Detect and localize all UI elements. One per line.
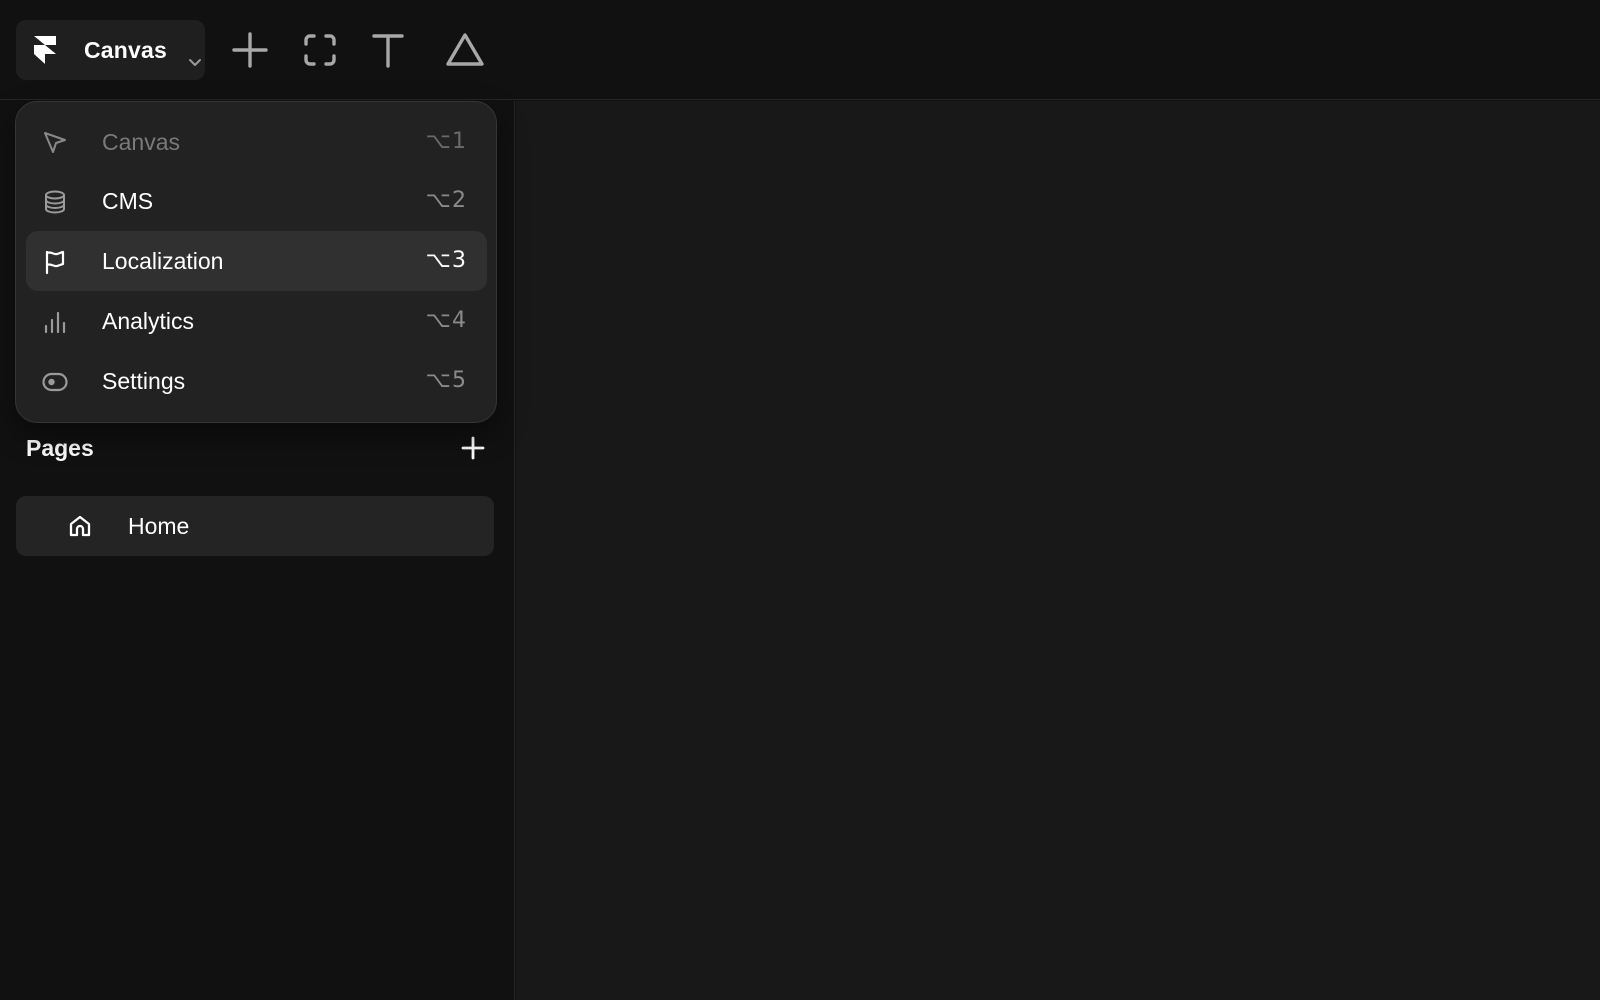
menu-item-label: Canvas [102, 129, 180, 155]
text-icon [372, 34, 404, 68]
menu-item-localization[interactable]: Localization ⌥3 [26, 231, 487, 291]
home-icon [69, 515, 91, 537]
menu-item-shortcut: ⌥1 [425, 129, 467, 154]
menu-item-shortcut: ⌥3 [425, 248, 467, 273]
triangle-icon [446, 33, 484, 66]
menu-item-label: Analytics [102, 308, 195, 334]
canvas-area[interactable] [516, 101, 1600, 1000]
flag-icon [45, 250, 65, 275]
mode-dropdown-menu: Canvas ⌥1 CMS ⌥2 Localization ⌥3 Analyti… [15, 101, 497, 423]
bar-chart-icon [44, 311, 66, 334]
app-window: Canvas Pages Home Canvas ⌥1 CMS ⌥2 Local… [0, 0, 1600, 1000]
plus-icon [232, 32, 268, 68]
mode-switcher-button[interactable]: Canvas [16, 20, 205, 80]
pages-section-title: Pages [26, 435, 94, 461]
menu-item-label: CMS [102, 188, 154, 214]
database-icon [45, 190, 65, 214]
menu-item-cms[interactable]: CMS ⌥2 [26, 171, 487, 231]
mode-switcher-label: Canvas [84, 37, 168, 63]
vector-tool-button[interactable] [443, 28, 487, 72]
page-item-home[interactable]: Home [16, 496, 494, 556]
top-toolbar: Canvas [0, 0, 1600, 100]
menu-item-canvas[interactable]: Canvas ⌥1 [26, 112, 487, 172]
frame-icon [304, 34, 336, 66]
menu-item-label: Settings [102, 368, 186, 394]
text-tool-button[interactable] [366, 28, 410, 72]
cursor-icon [44, 132, 66, 153]
menu-item-analytics[interactable]: Analytics ⌥4 [26, 291, 487, 351]
framer-logo-icon [34, 36, 56, 64]
insert-tool-button[interactable] [228, 28, 272, 72]
menu-item-label: Localization [102, 248, 224, 274]
page-item-label: Home [128, 513, 190, 539]
chevron-down-icon [189, 59, 201, 66]
menu-item-shortcut: ⌥2 [425, 188, 467, 213]
frame-tool-button[interactable] [298, 28, 342, 72]
toggle-icon [42, 372, 68, 392]
add-page-button[interactable] [460, 435, 486, 461]
plus-icon [461, 436, 485, 460]
menu-item-shortcut: ⌥4 [425, 308, 467, 333]
menu-item-shortcut: ⌥5 [425, 368, 467, 393]
menu-item-settings[interactable]: Settings ⌥5 [26, 351, 487, 411]
